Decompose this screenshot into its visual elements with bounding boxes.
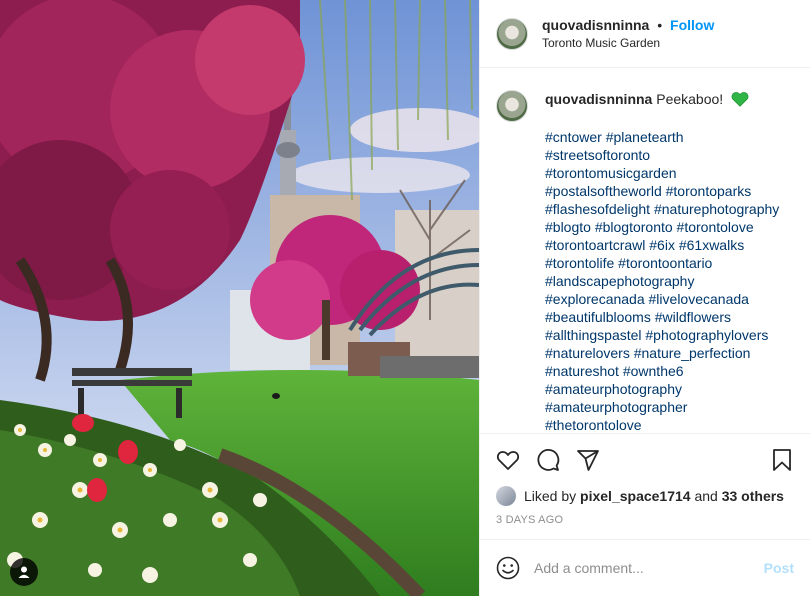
header-text: quovadisnninna • Follow Toronto Music Ga… xyxy=(542,16,714,52)
comment-button[interactable] xyxy=(536,448,560,472)
save-button[interactable] xyxy=(770,448,794,472)
hashtag-line[interactable]: #torontomusicgarden xyxy=(545,164,794,182)
username-link[interactable]: quovadisnninna xyxy=(542,17,649,33)
like-button[interactable] xyxy=(496,448,520,472)
likes-summary: Liked by pixel_space1714 and 33 others xyxy=(480,486,810,506)
hashtag-line[interactable]: #naturelovers #nature_perfection xyxy=(545,344,794,362)
post-side-panel: quovadisnninna • Follow Toronto Music Ga… xyxy=(479,0,810,596)
caption-avatar[interactable] xyxy=(496,90,528,122)
action-bar xyxy=(480,434,810,486)
caption-text: quovadisnninna Peekaboo! xyxy=(545,90,794,108)
hashtag-line[interactable]: #postalsoftheworld #torontoparks xyxy=(545,182,794,200)
caption-body: quovadisnninna Peekaboo! #cntower #plane… xyxy=(545,90,794,433)
hashtag-line[interactable]: #flashesofdelight #naturephotography xyxy=(545,200,794,218)
hashtag-line[interactable]: #torontolife #torontoontario xyxy=(545,254,794,272)
separator-dot: • xyxy=(657,16,663,33)
caption-section: quovadisnninna Peekaboo! #cntower #plane… xyxy=(480,68,810,434)
comment-icon xyxy=(537,449,560,471)
avatar[interactable] xyxy=(496,17,528,50)
hashtag-line[interactable]: #streetsoftoronto xyxy=(545,146,794,164)
follow-button[interactable]: Follow xyxy=(670,17,714,33)
likes-middle: and xyxy=(694,488,718,504)
caption-message: Peekaboo! xyxy=(656,91,724,107)
emoji-icon xyxy=(496,556,520,580)
instagram-post: quovadisnninna • Follow Toronto Music Ga… xyxy=(0,0,810,596)
hashtag-line[interactable]: #blogto #blogtoronto #torontolove xyxy=(545,218,794,236)
tagged-users-button[interactable] xyxy=(10,558,38,586)
share-icon xyxy=(577,450,599,471)
hashtag-line[interactable]: #landscapephotography xyxy=(545,272,794,290)
hashtag-line[interactable]: #cntower #planetearth xyxy=(545,128,794,146)
hashtag-line[interactable]: #amateurphotographer xyxy=(545,398,794,416)
hashtag-list: #cntower #planetearth #streetsoftoronto #t… xyxy=(545,128,794,433)
post-timestamp[interactable]: 3 DAYS AGO xyxy=(480,506,810,540)
timestamp-text: 3 DAYS AGO xyxy=(496,514,564,526)
hashtag-line[interactable]: #natureshot #ownthe6 xyxy=(545,362,794,380)
location-link[interactable]: Toronto Music Garden xyxy=(542,34,714,52)
liker-avatar[interactable] xyxy=(496,486,516,506)
hashtag-line[interactable]: #amateurphotography xyxy=(545,380,794,398)
post-header: quovadisnninna • Follow Toronto Music Ga… xyxy=(480,0,810,68)
likes-prefix: Liked by xyxy=(524,488,577,504)
likes-others-link[interactable]: 33 others xyxy=(722,488,784,504)
heart-icon xyxy=(496,451,520,470)
comment-bar: Post xyxy=(480,540,810,596)
person-icon xyxy=(18,566,30,578)
hashtag-line[interactable]: #torontoartcrawl #6ix #61xwalks xyxy=(545,236,794,254)
emoji-button[interactable] xyxy=(496,556,520,580)
bookmark-icon xyxy=(773,449,791,471)
garden-photo-illustration xyxy=(0,0,479,596)
hashtag-line[interactable]: #allthingspastel #photographylovers xyxy=(545,326,794,344)
post-comment-button[interactable]: Post xyxy=(764,560,794,576)
comment-input[interactable] xyxy=(534,560,764,576)
liker-username-link[interactable]: pixel_space1714 xyxy=(580,488,691,504)
share-button[interactable] xyxy=(576,448,600,472)
hashtag-line[interactable]: #beautifulblooms #wildflowers xyxy=(545,308,794,326)
hashtag-line[interactable]: #explorecanada #livelovecanada xyxy=(545,290,794,308)
post-photo[interactable] xyxy=(0,0,479,596)
green-heart-icon xyxy=(731,92,749,107)
hashtag-line[interactable]: #thetorontolove xyxy=(545,416,794,433)
caption-username-link[interactable]: quovadisnninna xyxy=(545,91,652,107)
